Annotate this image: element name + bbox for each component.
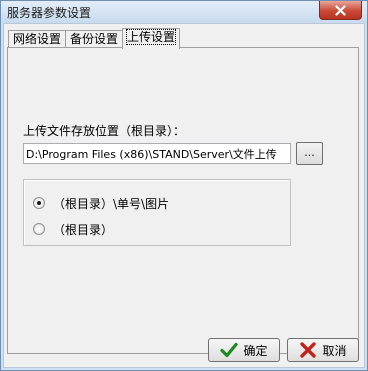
upload-settings-panel: 上传文件存放位置（根目录）： D:\Program Files (x86)\ST…	[7, 47, 359, 354]
tab-label: 上传设置	[126, 29, 177, 45]
dialog-client-area: 网络设置 备份设置 上传设置 上传文件存放位置（根目录）： D:\Program…	[3, 23, 365, 368]
close-button[interactable]	[319, 1, 362, 20]
window-title: 服务器参数设置	[7, 6, 92, 20]
radio-label: （根目录）\单号\图片	[53, 196, 170, 211]
cancel-label: 取消	[322, 343, 347, 358]
browse-button[interactable]: ...	[296, 142, 323, 165]
folder-structure-group: （根目录）\单号\图片 （根目录）	[23, 179, 291, 246]
tab-label: 备份设置	[70, 32, 119, 46]
checkmark-icon	[220, 342, 239, 358]
ok-label: 确定	[243, 343, 268, 358]
cancel-button[interactable]: 取消	[287, 338, 359, 362]
radio-button[interactable]	[33, 197, 45, 209]
tab-strip: 网络设置 备份设置 上传设置	[8, 28, 181, 49]
radio-button[interactable]	[33, 223, 45, 235]
dialog-window: 服务器参数设置 网络设置 备份设置 上传设置 上传文件存放位置（根目录）： D:…	[0, 0, 368, 371]
tab-upload[interactable]: 上传设置	[122, 28, 181, 49]
upload-path-input[interactable]: D:\Program Files (x86)\STAND\Server\文件上传	[23, 143, 291, 164]
radio-label: （根目录）	[53, 222, 114, 237]
ok-button[interactable]: 确定	[208, 338, 280, 362]
tab-label: 网络设置	[13, 32, 62, 46]
radio-option-root[interactable]: （根目录）	[33, 221, 113, 237]
title-bar[interactable]: 服务器参数设置	[1, 1, 367, 23]
radio-option-order-image[interactable]: （根目录）\单号\图片	[33, 195, 169, 211]
close-icon	[335, 4, 346, 16]
upload-path-label: 上传文件存放位置（根目录）：	[23, 124, 186, 138]
cross-icon	[300, 342, 317, 358]
